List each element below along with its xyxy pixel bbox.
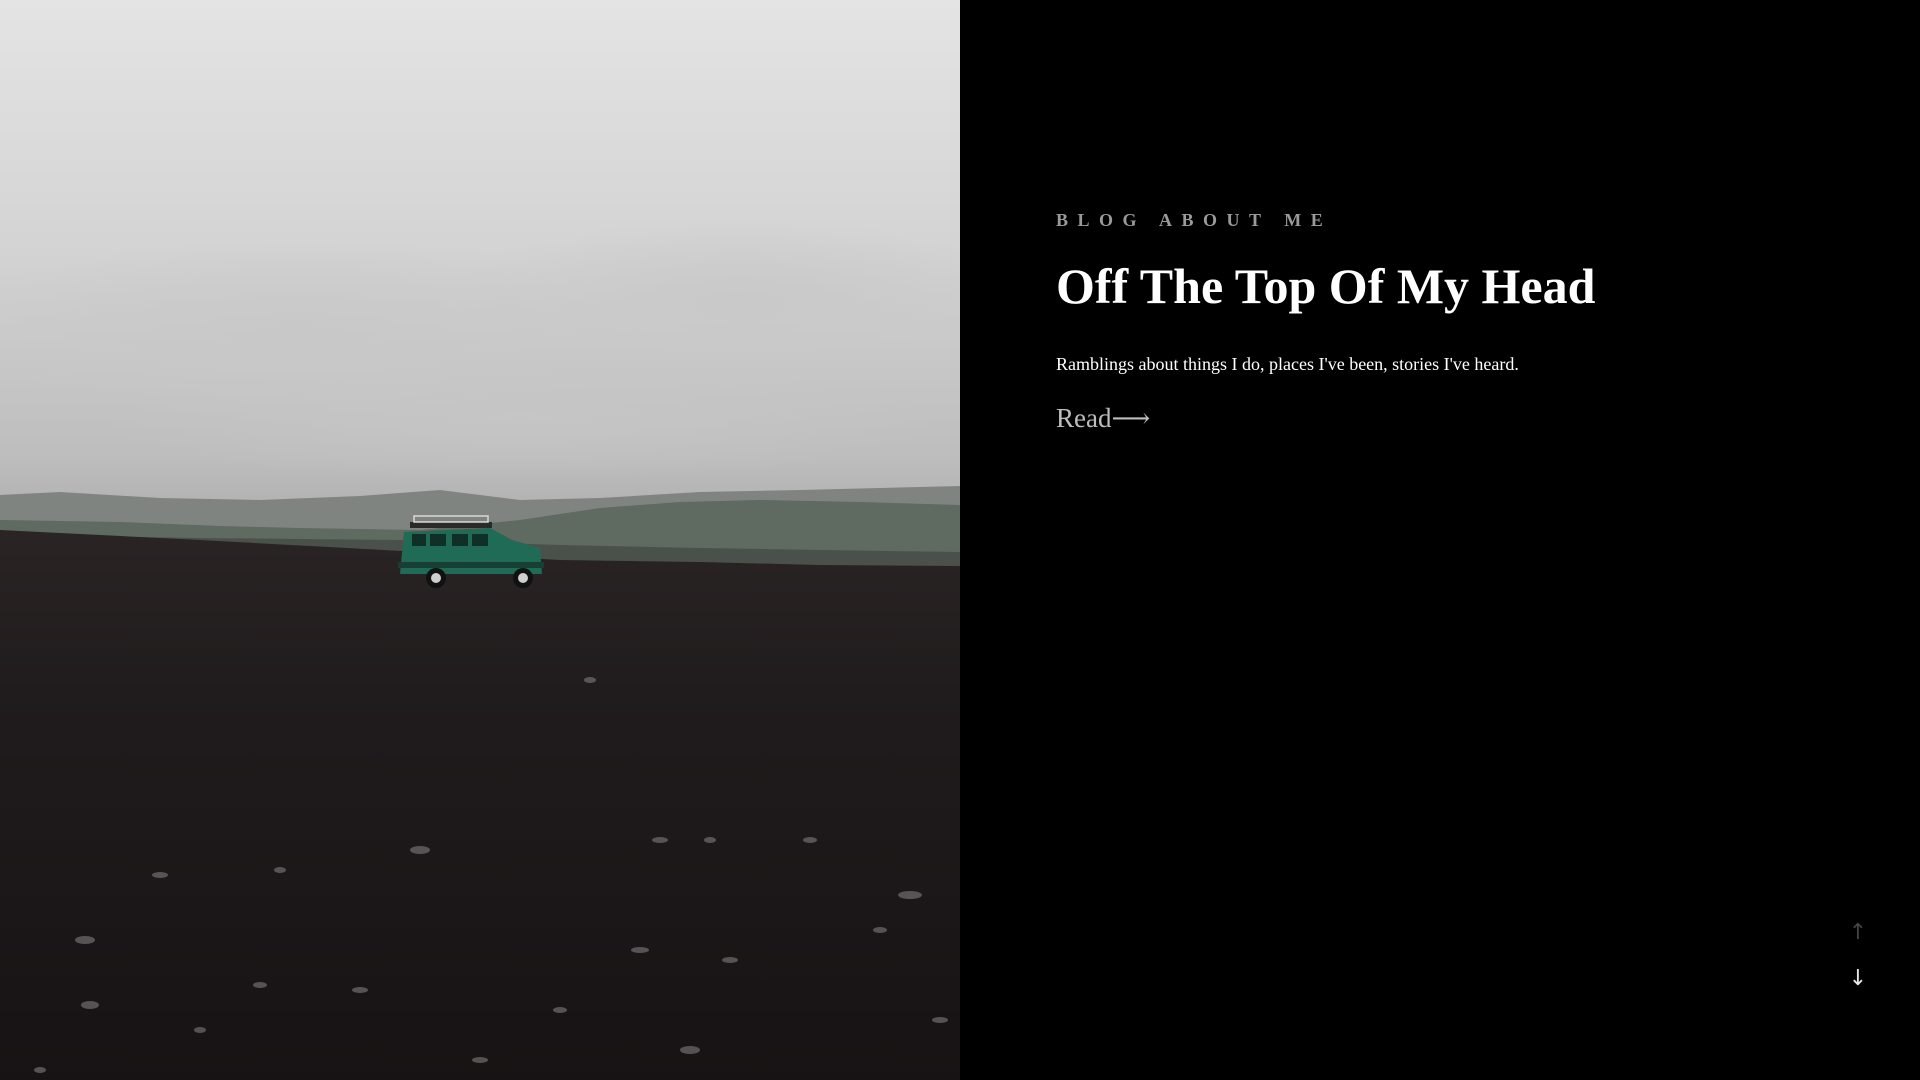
hero-photo — [0, 0, 960, 1080]
kicker-label: BLOG ABOUT ME — [1056, 210, 1333, 230]
arrow-up-icon[interactable]: ↑ — [1846, 922, 1870, 944]
arrow-down-icon[interactable]: ↓ — [1846, 968, 1870, 990]
page-title: Off The Top Of My Head — [1056, 258, 1596, 314]
read-link[interactable]: Read⟶ — [1056, 403, 1150, 434]
hero-text-panel: BLOG ABOUT ME Off The Top Of My Head Ram… — [960, 0, 1920, 1080]
page: BLOG ABOUT ME Off The Top Of My Head Ram… — [0, 0, 1920, 1080]
tagline: Ramblings about things I do, places I've… — [1056, 354, 1519, 374]
landscape-image — [0, 0, 960, 1080]
hero-content: BLOG ABOUT ME Off The Top Of My Head Ram… — [1056, 210, 1816, 434]
scroll-nav: ↑ ↓ — [1846, 922, 1870, 990]
